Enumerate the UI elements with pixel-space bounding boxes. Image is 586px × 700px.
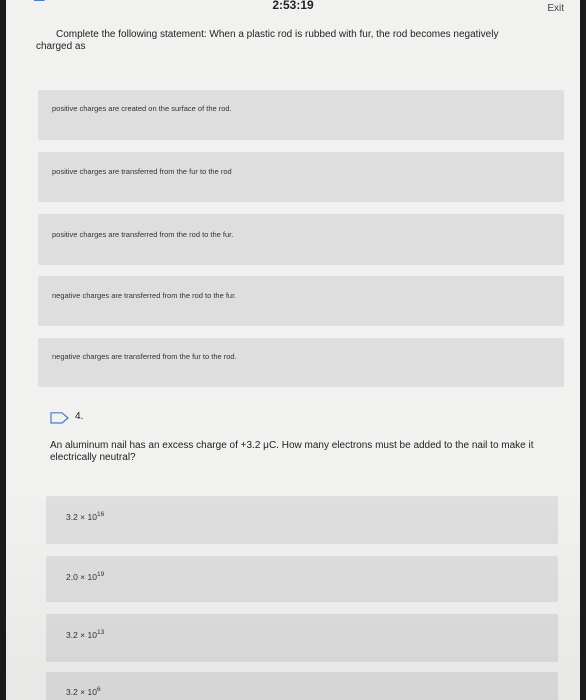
- quiz-screen: 2:53:19 Exit Complete the following stat…: [6, 0, 580, 700]
- question-number: 4.: [75, 411, 84, 422]
- answer-option[interactable]: positive charges are transferred from th…: [38, 214, 564, 265]
- answer-option-label: negative charges are transferred from th…: [52, 291, 237, 300]
- answer-option-label: 3.2 × 106: [66, 686, 101, 697]
- answer-option[interactable]: negative charges are transferred from th…: [38, 276, 564, 326]
- answer-option[interactable]: negative charges are transferred from th…: [38, 338, 564, 387]
- answer-option[interactable]: 3.2 × 106: [46, 672, 558, 700]
- answer-option-label: positive charges are transferred from th…: [52, 230, 234, 239]
- answer-option-label: 3.2 × 1013: [66, 629, 105, 640]
- answer-option[interactable]: 3.2 × 1013: [46, 614, 558, 662]
- answer-option-label: 3.2 × 1016: [66, 511, 105, 522]
- flag-icon[interactable]: [50, 412, 70, 424]
- answer-option[interactable]: 3.2 × 1016: [46, 496, 558, 544]
- answer-option[interactable]: 2.0 × 1019: [46, 556, 558, 602]
- exit-button[interactable]: Exit: [547, 3, 564, 14]
- answer-option-label: positive charges are created on the surf…: [52, 104, 232, 113]
- answer-option-label: negative charges are transferred from th…: [52, 352, 237, 361]
- answer-option-label: positive charges are transferred from th…: [52, 167, 232, 176]
- answer-option[interactable]: positive charges are created on the surf…: [38, 90, 564, 140]
- answer-option[interactable]: positive charges are transferred from th…: [38, 152, 564, 202]
- question-3-text: Complete the following statement: When a…: [36, 29, 499, 52]
- timer: 2:53:19: [272, 0, 314, 12]
- answer-option-label: 2.0 × 1019: [66, 571, 105, 582]
- question-4-text: An aluminum nail has an excess charge of…: [50, 440, 534, 463]
